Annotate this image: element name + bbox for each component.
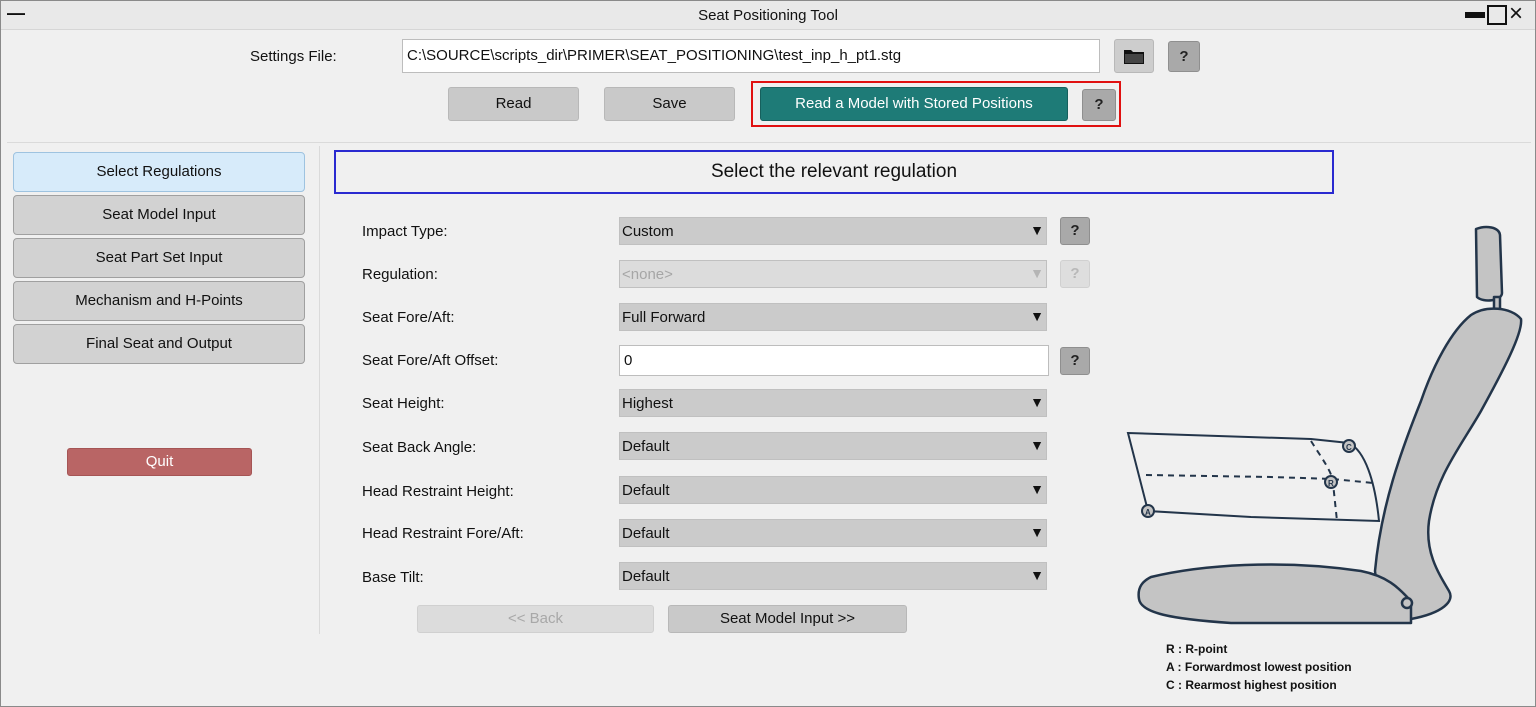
regulation-help-button[interactable]: ? — [1060, 260, 1090, 288]
close-icon[interactable]: × — [1509, 1, 1523, 28]
impact-type-value: Custom — [622, 223, 674, 240]
sidebar-item-seat-part-set-input[interactable]: Seat Part Set Input — [13, 238, 305, 278]
sidebar-divider — [319, 146, 320, 634]
next-seat-model-input-button[interactable]: Seat Model Input >> — [668, 605, 907, 633]
maximize-icon[interactable] — [1487, 5, 1507, 25]
sidebar-item-select-regulations[interactable]: Select Regulations — [13, 152, 305, 192]
seat-height-label: Seat Height: — [362, 395, 445, 412]
impact-type-help-button[interactable]: ? — [1060, 217, 1090, 245]
minimize-icon[interactable]: ▬ — [1465, 1, 1485, 24]
regulation-select[interactable]: <none> ▼ — [619, 260, 1047, 288]
dropdown-arrow-icon: ▼ — [1030, 524, 1044, 540]
back-angle-value: Default — [622, 438, 670, 455]
read-button[interactable]: Read — [448, 87, 579, 121]
point-r-label: R — [1328, 479, 1334, 488]
hr-height-label: Head Restraint Height: — [362, 483, 514, 500]
settings-file-label: Settings File: — [250, 48, 337, 65]
browse-folder-button[interactable] — [1114, 39, 1154, 73]
window-title: Seat Positioning Tool — [698, 7, 838, 24]
folder-icon — [1124, 50, 1144, 64]
seat-positioning-window: — Seat Positioning Tool ▬ × Settings Fil… — [0, 0, 1536, 707]
title-bar: — Seat Positioning Tool ▬ × — [1, 1, 1535, 30]
sidebar-item-seat-model-input[interactable]: Seat Model Input — [13, 195, 305, 235]
diagram-legend: R : R-point A : Forwardmost lowest posit… — [1166, 640, 1352, 694]
dropdown-arrow-icon: ▼ — [1030, 567, 1044, 583]
back-angle-label: Seat Back Angle: — [362, 439, 477, 456]
base-tilt-label: Base Tilt: — [362, 569, 424, 586]
quit-button[interactable]: Quit — [67, 448, 252, 476]
regulation-value: <none> — [622, 266, 673, 283]
hr-height-value: Default — [622, 482, 670, 499]
dropdown-arrow-icon: ▼ — [1030, 437, 1044, 453]
dropdown-arrow-icon: ▼ — [1030, 222, 1044, 238]
read-stored-positions-button[interactable]: Read a Model with Stored Positions — [760, 87, 1068, 121]
point-c-label: C — [1346, 443, 1352, 452]
settings-file-input[interactable]: C:\SOURCE\scripts_dir\PRIMER\SEAT_POSITI… — [402, 39, 1100, 73]
fore-aft-offset-help-button[interactable]: ? — [1060, 347, 1090, 375]
legend-a-point: A : Forwardmost lowest position — [1166, 660, 1352, 674]
hr-height-select[interactable]: Default ▼ — [619, 476, 1047, 504]
legend-r-point: R : R-point — [1166, 642, 1228, 656]
dropdown-arrow-icon: ▼ — [1030, 308, 1044, 324]
fore-aft-label: Seat Fore/Aft: — [362, 309, 455, 326]
regulation-label: Regulation: — [362, 266, 438, 283]
legend-c-point: C : Rearmost highest position — [1166, 678, 1337, 692]
impact-type-label: Impact Type: — [362, 223, 448, 240]
save-button[interactable]: Save — [604, 87, 735, 121]
fore-aft-select[interactable]: Full Forward ▼ — [619, 303, 1047, 331]
dropdown-arrow-icon: ▼ — [1030, 265, 1044, 281]
read-stored-help-button[interactable]: ? — [1082, 89, 1116, 121]
fore-aft-value: Full Forward — [622, 309, 706, 326]
seat-diagram: C R A — [1126, 225, 1523, 625]
base-tilt-value: Default — [622, 568, 670, 585]
hr-fore-aft-select[interactable]: Default ▼ — [619, 519, 1047, 547]
sidebar-item-final-seat-output[interactable]: Final Seat and Output — [13, 324, 305, 364]
divider — [7, 142, 1531, 143]
back-angle-select[interactable]: Default ▼ — [619, 432, 1047, 460]
hr-fore-aft-value: Default — [622, 525, 670, 542]
dropdown-arrow-icon: ▼ — [1030, 481, 1044, 497]
seat-height-value: Highest — [622, 395, 673, 412]
page-heading: Select the relevant regulation — [334, 150, 1334, 194]
point-a-label: A — [1145, 508, 1151, 517]
dropdown-arrow-icon: ▼ — [1030, 394, 1044, 410]
back-button[interactable]: << Back — [417, 605, 654, 633]
sidebar-item-mechanism-h-points[interactable]: Mechanism and H-Points — [13, 281, 305, 321]
impact-type-select[interactable]: Custom ▼ — [619, 217, 1047, 245]
fore-aft-offset-label: Seat Fore/Aft Offset: — [362, 352, 499, 369]
hr-fore-aft-label: Head Restraint Fore/Aft: — [362, 525, 524, 542]
settings-help-button[interactable]: ? — [1168, 41, 1200, 72]
seat-height-select[interactable]: Highest ▼ — [619, 389, 1047, 417]
fore-aft-offset-input[interactable]: 0 — [619, 345, 1049, 376]
base-tilt-select[interactable]: Default ▼ — [619, 562, 1047, 590]
